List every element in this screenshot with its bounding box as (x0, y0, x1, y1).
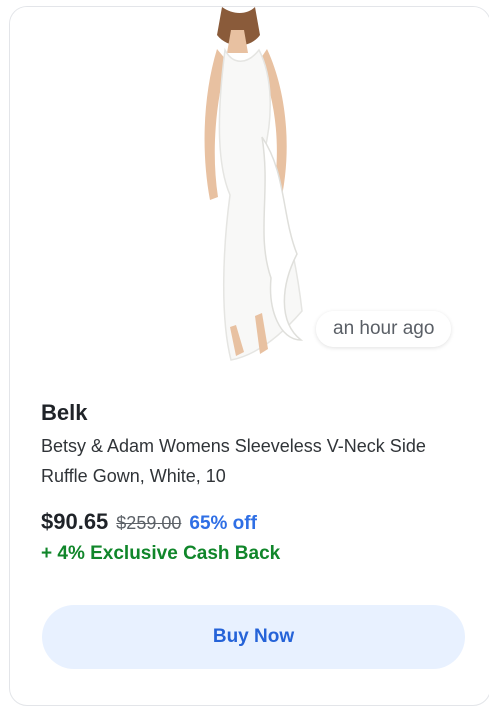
cashback-offer: + 4% Exclusive Cash Back (41, 543, 281, 564)
product-image[interactable] (190, 7, 320, 369)
product-image-area[interactable]: an hour ago (10, 7, 489, 377)
buy-now-button[interactable]: Buy Now (42, 605, 465, 669)
gown-shape (218, 47, 303, 361)
discount-label: 65% off (189, 513, 257, 534)
product-card: an hour ago Belk Betsy & Adam Womens Sle… (9, 6, 489, 706)
original-price: $259.00 (116, 513, 182, 533)
product-title[interactable]: Betsy & Adam Womens Sleeveless V-Neck Si… (41, 431, 461, 491)
product-details: Belk Betsy & Adam Womens Sleeveless V-Ne… (41, 395, 466, 565)
merchant-name[interactable]: Belk (41, 395, 466, 431)
time-ago-badge: an hour ago (316, 311, 452, 347)
price-row: $90.65 $259.00 65% off (41, 509, 466, 535)
sale-price: $90.65 (41, 509, 109, 534)
